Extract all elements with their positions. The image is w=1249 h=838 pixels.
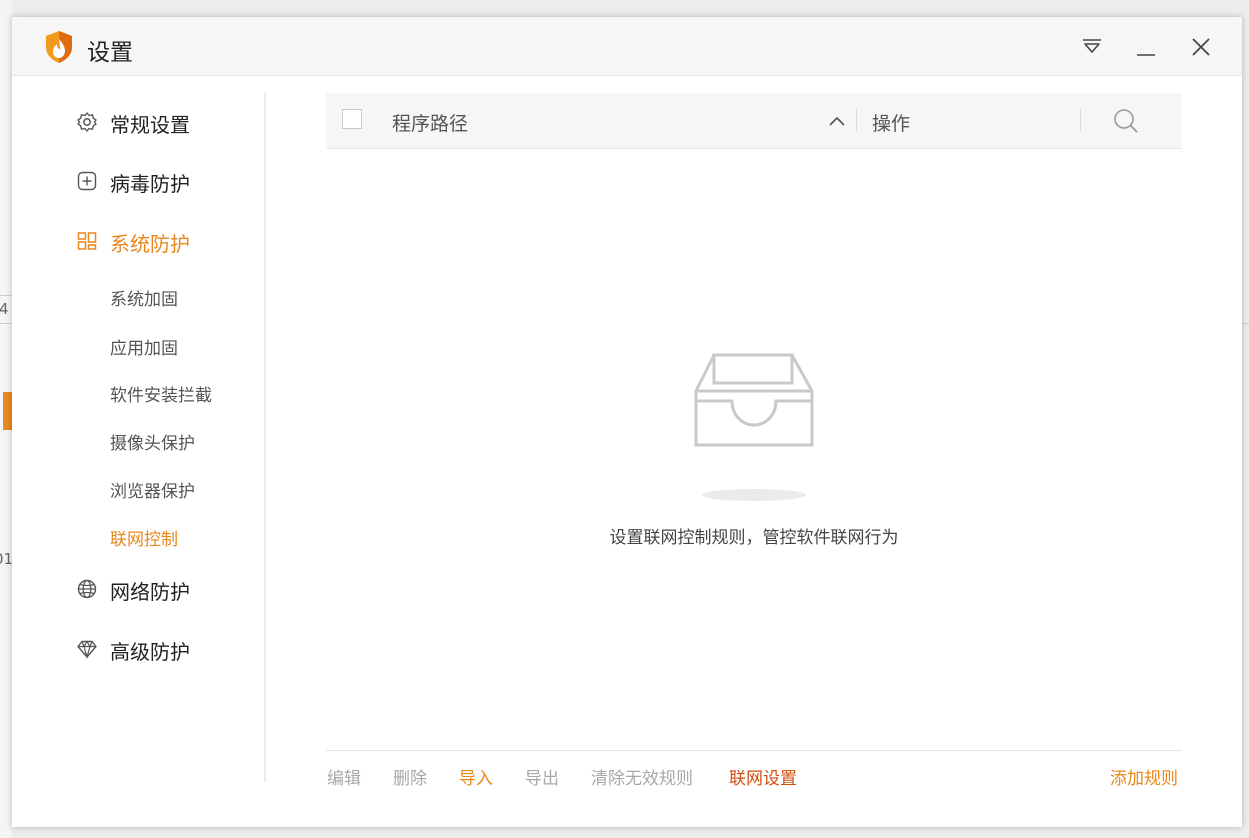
export-button[interactable]: 导出	[525, 764, 559, 789]
sidebar-item-system-protection[interactable]: 系统防护	[76, 227, 190, 257]
sidebar-item-label: 高级防护	[110, 639, 190, 664]
background-divider	[1242, 323, 1249, 324]
clear-invalid-rules-button[interactable]: 清除无效规则	[591, 764, 693, 789]
window-title: 设置	[87, 40, 133, 66]
delete-button[interactable]: 删除	[393, 764, 427, 789]
sidebar-item-advanced-protection[interactable]: 高级防护	[76, 635, 190, 665]
column-divider	[1080, 108, 1081, 132]
close-button[interactable]	[1187, 33, 1215, 61]
empty-state-message: 设置联网控制规则，管控软件联网行为	[609, 528, 899, 548]
rules-table-header: 程序路径 操作	[326, 93, 1182, 149]
sidebar-item-label: 网络防护	[110, 579, 190, 604]
column-header-program-path: 程序路径	[392, 113, 469, 135]
sidebar-subitem-camera-protection[interactable]: 摄像头保护	[110, 429, 195, 454]
menu-dropdown-button[interactable]	[1078, 33, 1106, 61]
globe-icon	[76, 578, 100, 602]
add-rule-button[interactable]: 添加规则	[1110, 764, 1178, 789]
gear-icon	[76, 111, 100, 135]
background-divider	[0, 295, 12, 296]
minimize-icon	[1137, 54, 1155, 56]
footer-divider	[326, 750, 1182, 751]
empty-inbox-icon	[694, 353, 814, 501]
search-icon[interactable]	[1112, 107, 1140, 135]
column-divider	[856, 108, 857, 132]
plus-square-icon	[76, 170, 100, 194]
minimize-button[interactable]	[1132, 33, 1160, 61]
close-icon	[1192, 38, 1210, 56]
sidebar-item-network-protection[interactable]: 网络防护	[76, 575, 190, 605]
sort-ascending-icon[interactable]	[826, 111, 848, 133]
sidebar-divider	[264, 92, 266, 782]
import-button[interactable]: 导入	[459, 764, 493, 789]
sidebar-subitem-install-blocking[interactable]: 软件安装拦截	[110, 381, 212, 406]
sidebar-item-label: 系统防护	[110, 231, 190, 256]
sidebar-item-label: 常规设置	[110, 112, 190, 137]
sidebar-item-virus-protection[interactable]: 病毒防护	[76, 167, 190, 197]
edit-button[interactable]: 编辑	[327, 764, 361, 789]
shield-flame-logo-icon	[46, 31, 72, 63]
diamond-icon	[76, 638, 100, 662]
network-settings-button[interactable]: 联网设置	[729, 764, 797, 789]
sidebar-subitem-browser-protection[interactable]: 浏览器保护	[110, 477, 195, 502]
grid-icon	[76, 230, 100, 254]
background-divider	[0, 323, 12, 324]
background-accent	[3, 392, 12, 430]
title-bar: 设置	[12, 17, 1242, 76]
column-header-action: 操作	[872, 113, 911, 135]
sidebar-subitem-app-hardening[interactable]: 应用加固	[110, 334, 178, 359]
sidebar-subitem-system-hardening[interactable]: 系统加固	[110, 285, 178, 310]
sidebar-item-general-settings[interactable]: 常规设置	[76, 108, 190, 138]
settings-window: 设置 常规设置 病毒防护 系统防护 系统加固 应用加固 软件安装拦截 摄像头保护…	[12, 17, 1242, 827]
triangle-down-icon	[1083, 39, 1101, 53]
sidebar-subitem-network-control[interactable]: 联网控制	[110, 525, 178, 550]
sidebar-item-label: 病毒防护	[110, 171, 190, 196]
select-all-checkbox[interactable]	[342, 109, 362, 129]
background-text: :4	[0, 300, 9, 318]
